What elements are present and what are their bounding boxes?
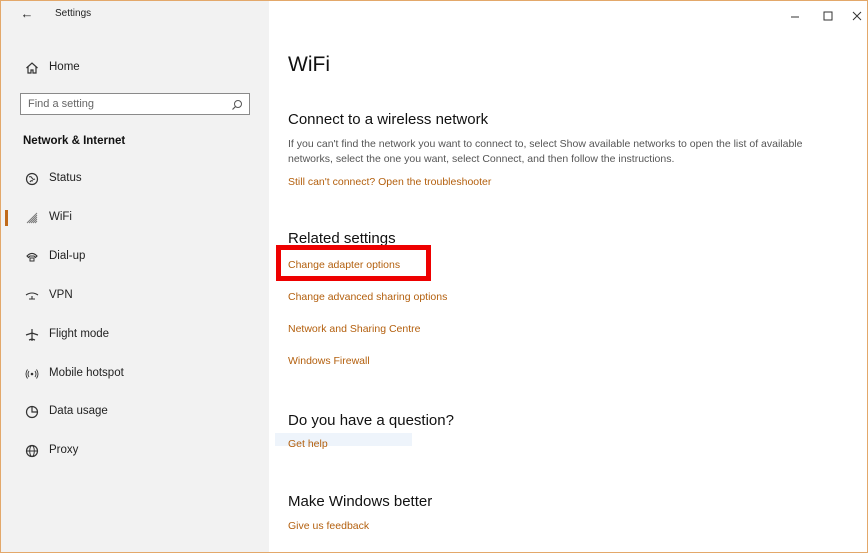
back-arrow-icon[interactable]: ← bbox=[19, 6, 35, 22]
sidebar-item-label: Proxy bbox=[49, 444, 79, 456]
search-input[interactable] bbox=[21, 94, 228, 114]
active-indicator bbox=[5, 210, 8, 226]
sidebar-item-label: Mobile hotspot bbox=[49, 367, 124, 379]
troubleshooter-link[interactable]: Still can't connect? Open the troublesho… bbox=[288, 176, 491, 188]
page-title: WiFi bbox=[288, 53, 330, 76]
get-help-link[interactable]: Get help bbox=[288, 438, 328, 450]
sidebar-item-label: WiFi bbox=[49, 211, 72, 223]
sidebar-item-label: Home bbox=[49, 61, 80, 73]
home-icon bbox=[24, 60, 40, 76]
sidebar-item-label: Dial-up bbox=[49, 250, 86, 262]
maximize-icon[interactable] bbox=[821, 9, 835, 23]
dialup-phone-icon bbox=[24, 249, 40, 265]
sidebar-item-vpn[interactable]: VPN bbox=[1, 280, 269, 312]
change-advanced-sharing-link[interactable]: Change advanced sharing options bbox=[288, 291, 447, 303]
status-globe-icon bbox=[24, 171, 40, 187]
network-sharing-centre-link[interactable]: Network and Sharing Centre bbox=[288, 323, 421, 335]
sidebar-item-label: Flight mode bbox=[49, 328, 110, 340]
sidebar-item-dialup[interactable]: Dial-up bbox=[1, 241, 269, 273]
section-header: Network & Internet bbox=[23, 135, 126, 147]
hotspot-icon bbox=[24, 366, 40, 382]
windows-firewall-link[interactable]: Windows Firewall bbox=[288, 355, 370, 367]
vpn-icon bbox=[24, 288, 40, 304]
settings-window: ← Settings Home Network & Internet Statu… bbox=[0, 0, 868, 553]
sidebar-item-flight-mode[interactable]: Flight mode bbox=[1, 319, 269, 351]
proxy-globe-icon bbox=[24, 443, 40, 459]
sidebar-item-status[interactable]: Status bbox=[1, 163, 269, 195]
connect-heading: Connect to a wireless network bbox=[288, 111, 489, 128]
sidebar-item-wifi[interactable]: WiFi bbox=[1, 202, 269, 234]
sidebar: ← Settings Home Network & Internet Statu… bbox=[1, 1, 269, 552]
minimize-icon[interactable] bbox=[788, 9, 802, 23]
sidebar-item-home[interactable]: Home bbox=[1, 52, 269, 84]
sidebar-item-data-usage[interactable]: Data usage bbox=[1, 396, 269, 428]
sidebar-item-label: Data usage bbox=[49, 405, 108, 417]
question-heading: Do you have a question? bbox=[288, 412, 454, 429]
make-windows-better-heading: Make Windows better bbox=[288, 493, 433, 510]
search-field[interactable] bbox=[20, 93, 250, 115]
sidebar-item-mobile-hotspot[interactable]: Mobile hotspot bbox=[1, 358, 269, 390]
window-controls bbox=[749, 1, 867, 33]
main-content: WiFi Connect to a wireless network If yo… bbox=[269, 1, 867, 552]
sidebar-item-label: Status bbox=[49, 172, 82, 184]
title-bar: ← Settings bbox=[1, 1, 269, 33]
sidebar-item-proxy[interactable]: Proxy bbox=[1, 435, 269, 467]
connect-description: If you can't find the network you want t… bbox=[288, 138, 803, 165]
wifi-icon bbox=[24, 210, 40, 226]
search-icon[interactable] bbox=[231, 98, 243, 110]
app-title: Settings bbox=[55, 8, 92, 19]
data-usage-icon bbox=[24, 404, 40, 420]
give-feedback-link[interactable]: Give us feedback bbox=[288, 520, 369, 532]
close-icon[interactable] bbox=[850, 9, 864, 23]
change-adapter-options-link[interactable]: Change adapter options bbox=[288, 259, 400, 271]
sidebar-item-label: VPN bbox=[49, 289, 73, 301]
airplane-icon bbox=[24, 327, 40, 343]
